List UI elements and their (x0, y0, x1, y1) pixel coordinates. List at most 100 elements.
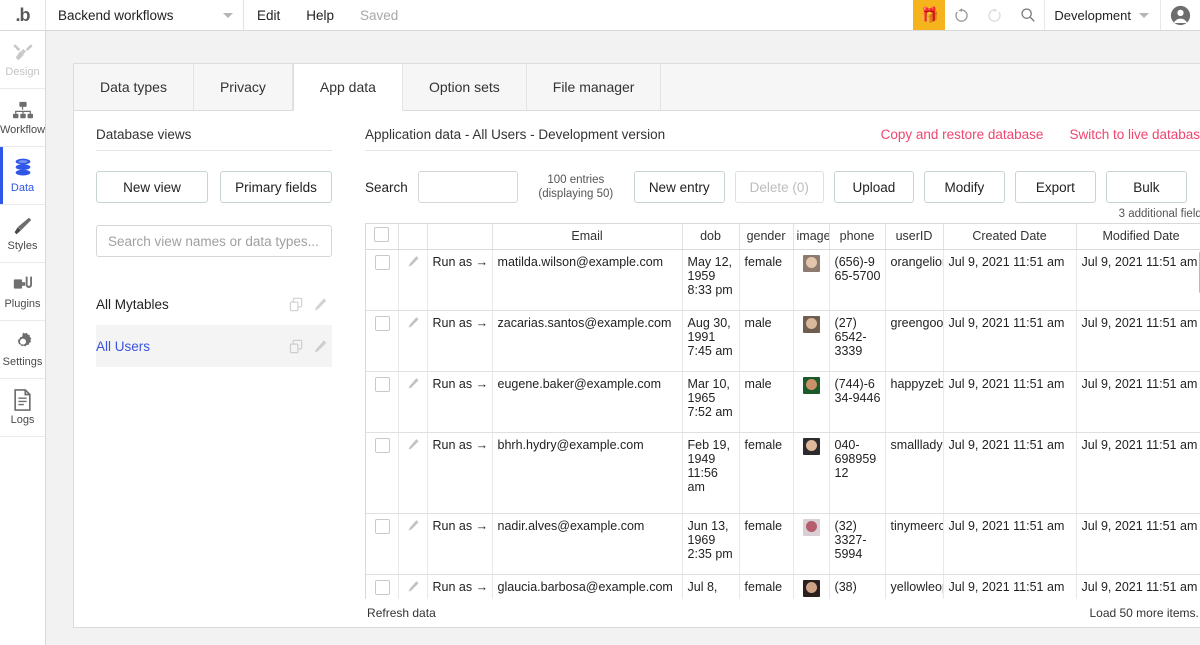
sidebar-item-plugins[interactable]: Plugins (0, 263, 46, 321)
new-entry-button[interactable]: New entry (633, 171, 725, 203)
cell-dob: Jun 13, 1969 2:35 pm (682, 513, 740, 575)
cell-created-date: Jul 9, 2021 11:51 am (943, 371, 1077, 433)
cell-phone: (32) 3327-5994 (829, 513, 886, 575)
run-as-link[interactable]: Run as → (427, 310, 493, 372)
table-row[interactable]: Run as → nadir.alves@example.com Jun 13,… (366, 513, 1200, 575)
cell-modified-date: Jul 9, 2021 11:51 am (1076, 574, 1200, 599)
upload-button[interactable]: Upload (833, 171, 914, 203)
pencil-icon[interactable] (407, 580, 420, 593)
cell-userid: yellowleop (885, 574, 944, 599)
cell-image (793, 371, 830, 433)
view-item-all-mytables[interactable]: All Mytables (96, 283, 332, 325)
pencil-icon[interactable] (313, 297, 328, 312)
row-checkbox[interactable] (374, 437, 390, 453)
app-name-dropdown[interactable]: Backend workflows (46, 0, 244, 30)
copy-icon[interactable] (289, 297, 304, 312)
column-header-email[interactable]: Email (492, 224, 683, 250)
search-button[interactable] (1011, 0, 1044, 30)
redo-button[interactable] (978, 0, 1011, 30)
load-more-link[interactable]: Load 50 more items... (1089, 606, 1200, 620)
cell-phone: (27) 6542-3339 (829, 310, 886, 372)
settings-icon (12, 331, 34, 353)
primary-fields-button[interactable]: Primary fields (220, 171, 333, 203)
gift-button[interactable]: 🎁 (913, 0, 946, 30)
cell-phone: (38) (829, 574, 886, 599)
pencil-icon[interactable] (407, 519, 420, 532)
column-header-modified-date[interactable]: Modified Date (1076, 224, 1200, 250)
undo-button[interactable] (945, 0, 978, 30)
row-checkbox[interactable] (374, 518, 390, 534)
pencil-icon[interactable] (407, 377, 420, 390)
menu-edit[interactable]: Edit (244, 0, 293, 30)
tab-data-types[interactable]: Data types (74, 64, 194, 110)
table-row[interactable]: Run as → bhrh.hydry@example.com Feb 19, … (366, 432, 1200, 514)
column-header-userid[interactable]: userID (885, 224, 944, 250)
copy-icon[interactable] (289, 339, 304, 354)
table-row[interactable]: Run as → zacarias.santos@example.com Aug… (366, 310, 1200, 372)
export-button[interactable]: Export (1014, 171, 1096, 203)
cell-dob: Aug 30, 1991 7:45 am (682, 310, 740, 372)
pencil-icon[interactable] (407, 255, 420, 268)
pencil-icon[interactable] (407, 316, 420, 329)
plugins-icon (12, 273, 34, 295)
menu-help[interactable]: Help (293, 0, 347, 30)
table-row[interactable]: Run as → glaucia.barbosa@example.com Jul… (366, 574, 1200, 599)
tab-option-sets[interactable]: Option sets (402, 64, 527, 110)
left-nav: Design Workflow Data Styles Plugins Sett… (0, 31, 47, 645)
sidebar-item-settings[interactable]: Settings (0, 321, 46, 379)
cell-userid: greengoos (885, 310, 944, 372)
refresh-data-link[interactable]: Refresh data (367, 606, 436, 620)
bubble-logo-icon: .b (15, 4, 31, 25)
column-header-dob[interactable]: dob (682, 224, 740, 250)
version-selector[interactable]: Development (1044, 0, 1160, 30)
new-view-button[interactable]: New view (96, 171, 209, 203)
column-header-phone[interactable]: phone (829, 224, 886, 250)
tab-app-data[interactable]: App data (292, 64, 403, 111)
runas-column-header (427, 224, 493, 250)
cell-gender: female (739, 574, 794, 599)
table-row[interactable]: Run as → matilda.wilson@example.com May … (366, 249, 1200, 311)
column-header-image[interactable]: image (793, 224, 830, 250)
sidebar-item-design[interactable]: Design (0, 31, 46, 89)
column-header-created-date[interactable]: Created Date (943, 224, 1077, 250)
modify-button[interactable]: Modify (923, 171, 1005, 203)
view-item-all-users[interactable]: All Users (96, 325, 333, 367)
column-header-gender[interactable]: gender (739, 224, 794, 250)
pencil-icon[interactable] (313, 339, 328, 354)
cell-created-date: Jul 9, 2021 11:51 am (943, 432, 1077, 514)
view-item-label: All Users (96, 338, 151, 354)
select-all-checkbox[interactable] (374, 227, 390, 243)
run-as-link[interactable]: Run as → (427, 432, 493, 514)
cell-image (793, 513, 830, 575)
run-as-link[interactable]: Run as → (427, 249, 493, 311)
run-as-link[interactable]: Run as → (427, 513, 493, 575)
avatar-thumbnail (803, 376, 821, 394)
view-search-input[interactable] (96, 225, 333, 257)
sidebar-item-logs[interactable]: Logs (0, 379, 46, 437)
sidebar-item-workflow[interactable]: Workflow (0, 89, 46, 147)
copy-restore-database-link[interactable]: Copy and restore database (881, 127, 1044, 142)
entries-total: 100 entries (547, 174, 605, 186)
switch-live-database-link[interactable]: Switch to live database (1069, 127, 1200, 142)
tab-file-manager[interactable]: File manager (526, 64, 662, 110)
pencil-icon[interactable] (407, 438, 420, 451)
tab-privacy[interactable]: Privacy (193, 64, 293, 110)
bubble-logo[interactable]: .b (0, 0, 46, 30)
cell-userid: tinymeerc (885, 513, 944, 575)
tab-bar: Data types Privacy App data Option sets … (74, 64, 1200, 111)
bulk-button[interactable]: Bulk (1105, 171, 1187, 203)
sidebar-filler (0, 437, 45, 645)
run-as-link[interactable]: Run as → (427, 371, 493, 433)
table-row[interactable]: Run as → eugene.baker@example.com Mar 10… (366, 371, 1200, 433)
sidebar-item-styles[interactable]: Styles (0, 205, 46, 263)
row-checkbox[interactable] (374, 315, 390, 331)
sidebar-item-data[interactable]: Data (0, 147, 46, 205)
divider (365, 150, 1200, 151)
search-input[interactable] (417, 171, 518, 203)
run-as-link[interactable]: Run as → (427, 574, 493, 599)
avatar-thumbnail (803, 315, 821, 333)
row-checkbox[interactable] (374, 579, 390, 595)
avatar[interactable] (1160, 0, 1200, 30)
row-checkbox[interactable] (374, 254, 390, 270)
row-checkbox[interactable] (374, 376, 390, 392)
